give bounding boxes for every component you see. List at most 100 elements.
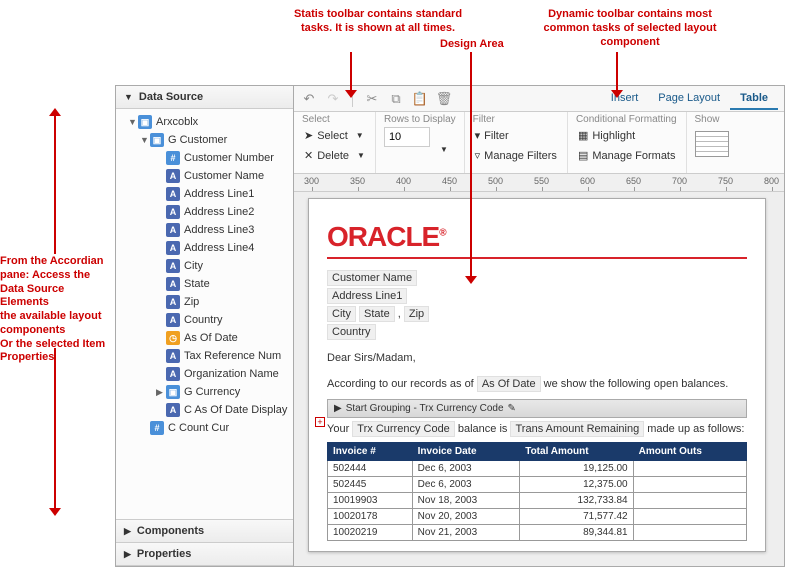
chevron-down-icon: ▼ [357, 151, 365, 160]
select-button[interactable]: ➤Select▼ [302, 127, 367, 144]
delete-button[interactable]: 🗑 [435, 90, 453, 108]
field-trx-code[interactable]: Trx Currency Code [352, 421, 455, 437]
manage-filters-button[interactable]: ▿Manage Filters [473, 147, 559, 164]
accordion-panel: ▼ Data Source ▼▣Arxcoblx ▼▣G Customer #C… [116, 86, 294, 566]
accordion-label: Properties [137, 548, 191, 560]
accordion-properties[interactable]: ▶ Properties [116, 543, 293, 566]
text-field-icon: A [166, 403, 180, 417]
field-type-icon: A [166, 241, 180, 255]
dynamic-ribbon: Select ➤Select▼ ✕Delete▼ Rows to Display… [294, 112, 784, 174]
data-source-tree: ▼▣Arxcoblx ▼▣G Customer #Customer Number… [116, 109, 293, 519]
tree-field[interactable]: AState [118, 275, 293, 293]
x-icon: ✕ [304, 149, 313, 162]
table-row[interactable]: 502444Dec 6, 200319,125.00 [328, 461, 747, 477]
field-type-icon: A [166, 259, 180, 273]
grouping-bar[interactable]: ▶ Start Grouping - Trx Currency Code ✎ [327, 399, 747, 418]
table-row[interactable]: 10020219Nov 21, 200389,344.81 [328, 525, 747, 541]
accordion-data-source[interactable]: ▼ Data Source [116, 86, 293, 109]
tree-field[interactable]: ATax Reference Num [118, 347, 293, 365]
redo-button[interactable]: ↷ [324, 90, 342, 108]
annotation-dynamic-toolbar: Dynamic toolbar contains most common tas… [530, 8, 730, 49]
salutation: Dear Sirs/Madam, [327, 351, 747, 365]
funnel-icon: ▿ [475, 149, 481, 162]
field-type-icon: A [166, 205, 180, 219]
horizontal-ruler: 300350400450500550600650700750800 [294, 174, 784, 192]
folder-icon: ▣ [166, 385, 180, 399]
tree-field[interactable]: AOrganization Name [118, 365, 293, 383]
annotation-accordion: From the Accordian pane: Access the Data… [0, 255, 110, 365]
tree-group[interactable]: ▼▣G Customer [118, 131, 293, 149]
filter-button[interactable]: ▾Filter [473, 127, 559, 144]
tree-root[interactable]: ▼▣Arxcoblx [118, 113, 293, 131]
tree-field[interactable]: ACity [118, 257, 293, 275]
field-type-icon: A [166, 223, 180, 237]
formats-icon: ▤ [578, 149, 588, 162]
design-canvas[interactable]: ORACLE® Customer Name Address Line1 City… [294, 192, 784, 566]
tree-field[interactable]: ACustomer Name [118, 167, 293, 185]
chevron-down-icon[interactable]: ▼ [440, 145, 448, 154]
copy-button[interactable]: ⧉ [387, 90, 405, 108]
tree-field[interactable]: ◷As Of Date [118, 329, 293, 347]
field-country[interactable]: Country [327, 324, 376, 340]
tab-table[interactable]: Table [730, 88, 778, 110]
tree-field[interactable]: ACountry [118, 311, 293, 329]
app-frame: ▼ Data Source ▼▣Arxcoblx ▼▣G Customer #C… [115, 85, 785, 567]
delete-button[interactable]: ✕Delete▼ [302, 147, 367, 164]
field-type-icon: A [166, 349, 180, 363]
tab-insert[interactable]: Insert [601, 88, 649, 110]
field-as-of-date[interactable]: As Of Date [477, 376, 541, 392]
table-header[interactable]: Total Amount [520, 443, 633, 461]
field-trans-remaining[interactable]: Trans Amount Remaining [510, 421, 644, 437]
ribbon-group-select: Select ➤Select▼ ✕Delete▼ [294, 112, 376, 173]
body-line: According to our records as of As Of Dat… [327, 375, 747, 393]
table-row[interactable]: 10019903Nov 18, 2003132,733.84 [328, 493, 747, 509]
report-page[interactable]: ORACLE® Customer Name Address Line1 City… [308, 198, 766, 552]
tab-bar: Insert Page Layout Table [601, 88, 778, 110]
tree-field[interactable]: AAddress Line4 [118, 239, 293, 257]
field-type-icon: # [166, 151, 180, 165]
tree-field[interactable]: AC As Of Date Display [118, 401, 293, 419]
tree-field[interactable]: AAddress Line2 [118, 203, 293, 221]
field-address1[interactable]: Address Line1 [327, 288, 407, 304]
tree-field[interactable]: #Customer Number [118, 149, 293, 167]
table-header[interactable]: Invoice Date [412, 443, 520, 461]
rows-input[interactable] [384, 127, 430, 147]
ribbon-group-rows: Rows to Display ▼ [376, 112, 465, 173]
tree-subgroup[interactable]: ▶▣G Currency [118, 383, 293, 401]
field-type-icon: A [166, 367, 180, 381]
tab-page-layout[interactable]: Page Layout [648, 88, 730, 110]
highlight-button[interactable]: ▦Highlight [576, 127, 678, 144]
field-type-icon: A [166, 277, 180, 291]
tree-field[interactable]: AAddress Line1 [118, 185, 293, 203]
funnel-icon: ▾ [475, 129, 481, 142]
table-row[interactable]: 502445Dec 6, 200312,375.00 [328, 477, 747, 493]
chevron-down-icon: ▼ [356, 131, 364, 140]
field-city[interactable]: City [327, 306, 356, 322]
accordion-components[interactable]: ▶ Components [116, 519, 293, 543]
pencil-icon[interactable]: ✎ [508, 403, 516, 414]
cut-button[interactable]: ✂ [363, 90, 381, 108]
tree-field[interactable]: #C Count Cur [118, 419, 293, 437]
manage-formats-button[interactable]: ▤Manage Formats [576, 147, 678, 164]
paste-button[interactable]: 📋 [411, 90, 429, 108]
balance-line: Your Trx Currency Code balance is Trans … [327, 418, 747, 440]
table-row[interactable]: 10020178Nov 20, 200371,577.42 [328, 509, 747, 525]
tree-field[interactable]: AAddress Line3 [118, 221, 293, 239]
grid-show-button[interactable] [695, 131, 729, 157]
folder-icon: ▣ [138, 115, 152, 129]
undo-button[interactable]: ↶ [300, 90, 318, 108]
number-field-icon: # [150, 421, 164, 435]
field-type-icon: A [166, 169, 180, 183]
expand-group-button[interactable]: + [315, 417, 325, 427]
table-header[interactable]: Amount Outs [633, 443, 746, 461]
tree-field[interactable]: AZip [118, 293, 293, 311]
field-zip[interactable]: Zip [404, 306, 429, 322]
accordion-label: Components [137, 525, 204, 537]
field-customer-name[interactable]: Customer Name [327, 270, 417, 286]
ribbon-group-show: Show [687, 112, 737, 173]
chevron-right-icon: ▶ [124, 549, 131, 560]
folder-icon: ▣ [150, 133, 164, 147]
invoice-table[interactable]: Invoice #Invoice DateTotal AmountAmount … [327, 442, 747, 541]
field-state[interactable]: State [359, 306, 395, 322]
table-header[interactable]: Invoice # [328, 443, 413, 461]
